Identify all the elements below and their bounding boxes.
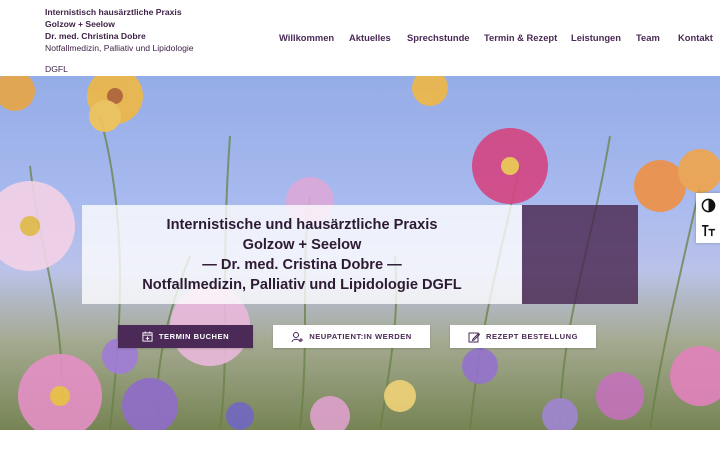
calendar-plus-icon bbox=[142, 331, 153, 342]
nav-item-kontakt[interactable]: Kontakt bbox=[678, 32, 713, 43]
hero-section: Internistische und hausärztliche Praxis … bbox=[0, 76, 720, 430]
contrast-icon bbox=[701, 198, 715, 213]
text-size-button[interactable] bbox=[696, 218, 720, 243]
book-appointment-button[interactable]: TERMIN BUCHEN bbox=[118, 325, 253, 348]
prescription-order-button[interactable]: REZEPT BESTELLUNG bbox=[450, 325, 596, 348]
hero-title-line-1: Internistische und hausärztliche Praxis bbox=[166, 217, 438, 233]
new-patient-label: NEUPATIENT:IN WERDEN bbox=[309, 332, 412, 341]
accessibility-toolbar bbox=[696, 193, 720, 243]
nav-item-termin-rezept[interactable]: Termin & Rezept bbox=[484, 32, 557, 43]
nav-item-team[interactable]: Team bbox=[636, 32, 660, 43]
brand-line-location: Golzow + Seelow bbox=[45, 19, 115, 29]
prescription-order-label: REZEPT BESTELLUNG bbox=[485, 332, 579, 341]
hero-title-box: Internistische und hausärztliche Praxis … bbox=[82, 205, 522, 304]
contrast-toggle-button[interactable] bbox=[696, 193, 720, 218]
user-add-icon bbox=[291, 331, 304, 342]
nav-item-willkommen[interactable]: Willkommen bbox=[279, 32, 334, 43]
site-header: Internistisch hausärztliche Praxis Golzo… bbox=[0, 0, 720, 76]
hero-title-line-2: Golzow + Seelow bbox=[242, 237, 362, 253]
main-navigation: Willkommen Aktuelles Sprechstunde Termin… bbox=[0, 32, 720, 46]
nav-item-aktuelles[interactable]: Aktuelles bbox=[349, 32, 391, 43]
nav-item-sprechstunde[interactable]: Sprechstunde bbox=[407, 32, 470, 43]
text-size-icon bbox=[701, 224, 715, 237]
new-patient-button[interactable]: NEUPATIENT:IN WERDEN bbox=[273, 325, 430, 348]
brand-line-dgfl: DGFL bbox=[45, 64, 68, 74]
edit-icon bbox=[468, 332, 480, 342]
hero-title-line-4: Notfallmedizin, Palliativ und Lipidologi… bbox=[142, 277, 462, 293]
book-appointment-label: TERMIN BUCHEN bbox=[158, 332, 230, 341]
brand-line-practice: Internistisch hausärztliche Praxis bbox=[45, 7, 182, 17]
nav-item-leistungen[interactable]: Leistungen bbox=[571, 32, 621, 43]
hero-title-line-3: — Dr. med. Cristina Dobre — bbox=[202, 257, 402, 273]
hero-accent-box bbox=[522, 205, 638, 304]
